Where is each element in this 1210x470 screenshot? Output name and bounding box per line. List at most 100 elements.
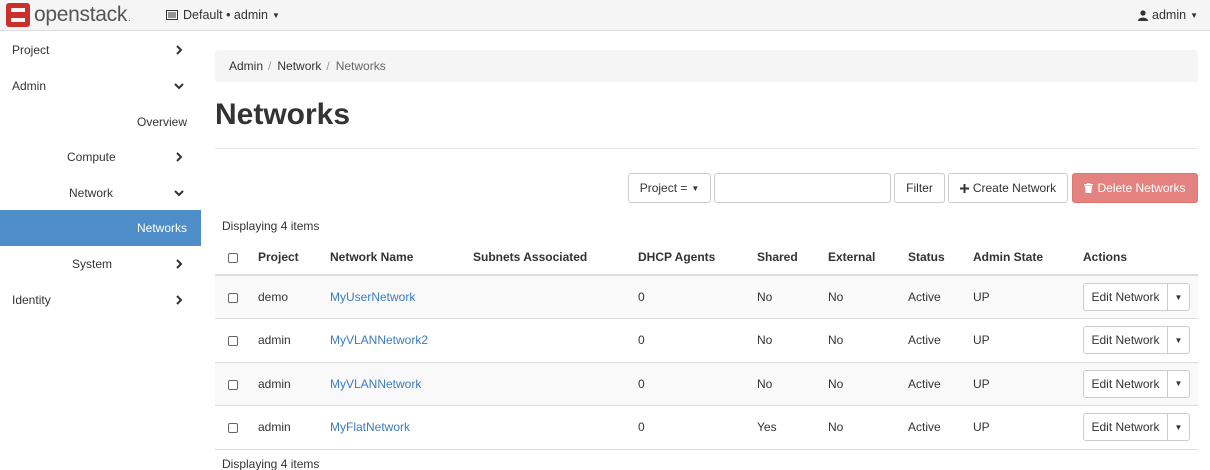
chevron-down-icon: ▼ bbox=[1190, 10, 1198, 20]
cell-network-name: MyUserNetwork bbox=[330, 275, 473, 319]
edit-network-button[interactable]: Edit Network bbox=[1083, 413, 1168, 442]
cell-external: No bbox=[828, 318, 908, 363]
cell-dhcp-agents: 0 bbox=[638, 362, 757, 406]
column-header-dhcp-agents[interactable]: DHCP Agents bbox=[638, 240, 757, 276]
more-actions-button[interactable]: ▼ bbox=[1168, 413, 1190, 442]
network-name-link[interactable]: MyVLANNetwork bbox=[330, 377, 421, 391]
breadcrumb-item-current: Networks bbox=[335, 59, 386, 73]
cell-admin-state: UP bbox=[973, 362, 1083, 406]
row-actions-group: Edit Network ▼ bbox=[1083, 283, 1190, 311]
row-actions-group: Edit Network ▼ bbox=[1083, 369, 1190, 398]
cell-subnets bbox=[473, 318, 638, 363]
network-name-link[interactable]: MyVLANNetwork2 bbox=[330, 333, 428, 347]
row-checkbox[interactable] bbox=[228, 292, 238, 303]
sidebar-item-network[interactable]: Network bbox=[0, 175, 201, 211]
filter-field-label: Project = bbox=[639, 181, 688, 195]
edit-network-button[interactable]: Edit Network bbox=[1083, 283, 1168, 311]
more-actions-button[interactable]: ▼ bbox=[1168, 369, 1190, 398]
title-divider bbox=[215, 148, 1198, 149]
column-header-admin-state[interactable]: Admin State bbox=[973, 240, 1083, 276]
row-checkbox[interactable] bbox=[228, 336, 238, 347]
more-actions-button[interactable]: ▼ bbox=[1168, 283, 1190, 311]
cell-actions: Edit Network ▼ bbox=[1083, 318, 1198, 363]
column-header-shared[interactable]: Shared bbox=[757, 240, 828, 276]
cell-subnets bbox=[473, 362, 638, 406]
column-header-network-name[interactable]: Network Name bbox=[330, 240, 473, 276]
sidebar-item-label: Network bbox=[69, 186, 114, 200]
breadcrumb-item-network[interactable]: Network bbox=[277, 59, 321, 73]
row-checkbox[interactable] bbox=[228, 423, 238, 434]
chevron-down-icon: ▼ bbox=[1174, 379, 1183, 389]
filter-field-dropdown[interactable]: Project = ▼ bbox=[628, 173, 711, 203]
project-context-dropdown[interactable]: Default • admin ▼ bbox=[166, 8, 280, 22]
user-name: admin bbox=[1152, 8, 1187, 22]
cell-status: Active bbox=[908, 275, 973, 319]
cell-actions: Edit Network ▼ bbox=[1083, 275, 1198, 319]
row-select-cell bbox=[215, 405, 258, 450]
select-all-checkbox[interactable] bbox=[228, 252, 238, 263]
row-checkbox[interactable] bbox=[228, 379, 238, 390]
cell-actions: Edit Network ▼ bbox=[1083, 405, 1198, 450]
cell-subnets bbox=[473, 405, 638, 450]
cell-status: Active bbox=[908, 405, 973, 450]
item-count-top: Displaying 4 items bbox=[222, 219, 320, 233]
cell-project: admin bbox=[258, 362, 330, 406]
sidebar-item-overview[interactable]: Overview bbox=[0, 104, 201, 140]
filter-input[interactable] bbox=[714, 173, 891, 203]
chevron-down-icon bbox=[174, 83, 184, 90]
cell-network-name: MyFlatNetwork bbox=[330, 405, 473, 450]
edit-network-button[interactable]: Edit Network bbox=[1083, 369, 1168, 398]
breadcrumb-separator: / bbox=[326, 59, 330, 73]
chevron-down-icon: ▼ bbox=[271, 10, 280, 20]
sidebar-item-label: Identity bbox=[12, 293, 51, 307]
chevron-down-icon: ▼ bbox=[1174, 292, 1183, 302]
column-header-project[interactable]: Project bbox=[258, 240, 330, 276]
sidebar-item-identity[interactable]: Identity bbox=[0, 282, 201, 318]
network-name-link[interactable]: MyUserNetwork bbox=[330, 290, 415, 304]
cell-project: admin bbox=[258, 405, 330, 450]
delete-networks-button[interactable]: Delete Networks bbox=[1072, 173, 1198, 203]
cell-shared: No bbox=[757, 275, 828, 319]
cell-external: No bbox=[828, 362, 908, 406]
sidebar-item-compute[interactable]: Compute bbox=[0, 139, 201, 175]
sidebar-item-system[interactable]: System bbox=[0, 246, 201, 282]
cell-shared: No bbox=[757, 318, 828, 363]
more-actions-button[interactable]: ▼ bbox=[1168, 326, 1190, 355]
column-header-actions: Actions bbox=[1083, 240, 1198, 276]
breadcrumb-item-admin[interactable]: Admin bbox=[229, 59, 263, 73]
sidebar: Project Admin Overview Compute Network N… bbox=[0, 32, 201, 470]
cell-project: admin bbox=[258, 318, 330, 363]
sidebar-item-label: System bbox=[72, 257, 113, 271]
openstack-logo[interactable]: openstack . bbox=[6, 3, 131, 27]
cell-status: Active bbox=[908, 362, 973, 406]
top-navbar: openstack . Default • admin ▼ admin ▼ bbox=[0, 0, 1210, 31]
trash-icon bbox=[1084, 183, 1094, 193]
column-header-external[interactable]: External bbox=[828, 240, 908, 276]
cell-subnets bbox=[473, 275, 638, 319]
table-row: admin MyVLANNetwork 0 No No Active UP Ed… bbox=[215, 362, 1198, 406]
breadcrumb-separator: / bbox=[268, 59, 272, 73]
chevron-down-icon: ▼ bbox=[691, 183, 700, 193]
create-network-button[interactable]: Create Network bbox=[948, 173, 1068, 203]
brand-suffix: . bbox=[128, 13, 131, 24]
sidebar-item-admin[interactable]: Admin bbox=[0, 68, 201, 104]
sidebar-item-networks[interactable]: Networks bbox=[0, 210, 201, 246]
chevron-right-icon bbox=[176, 152, 183, 162]
chevron-down-icon bbox=[174, 190, 184, 197]
project-context-label: Default • admin bbox=[183, 8, 268, 22]
user-menu-dropdown[interactable]: admin ▼ bbox=[1138, 8, 1198, 22]
chevron-right-icon bbox=[176, 45, 183, 55]
table-row: admin MyFlatNetwork 0 Yes No Active UP E… bbox=[215, 405, 1198, 450]
openstack-logo-icon bbox=[6, 3, 30, 27]
column-header-subnets[interactable]: Subnets Associated bbox=[473, 240, 638, 276]
cell-actions: Edit Network ▼ bbox=[1083, 362, 1198, 406]
filter-button[interactable]: Filter bbox=[894, 173, 945, 203]
row-actions-group: Edit Network ▼ bbox=[1083, 326, 1190, 355]
column-header-status[interactable]: Status bbox=[908, 240, 973, 276]
table-row: demo MyUserNetwork 0 No No Active UP Edi… bbox=[215, 275, 1198, 319]
network-name-link[interactable]: MyFlatNetwork bbox=[330, 420, 410, 434]
cell-dhcp-agents: 0 bbox=[638, 318, 757, 363]
edit-network-button[interactable]: Edit Network bbox=[1083, 326, 1168, 355]
row-actions-group: Edit Network ▼ bbox=[1083, 413, 1190, 442]
sidebar-item-project[interactable]: Project bbox=[0, 32, 201, 68]
